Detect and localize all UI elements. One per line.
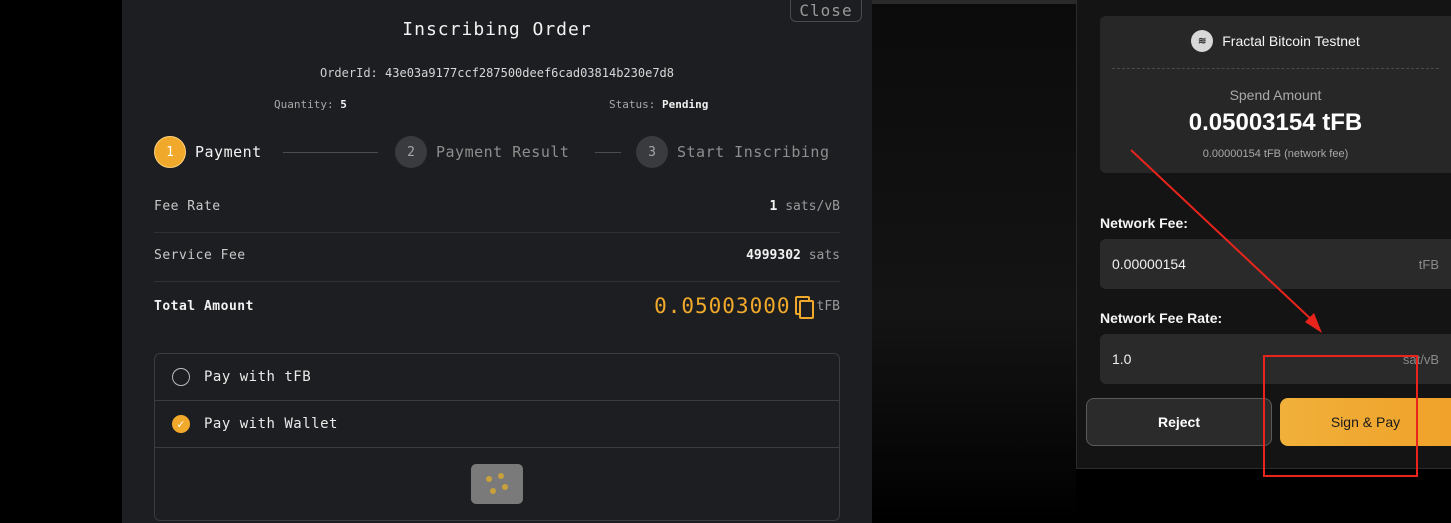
annotation-highlight-box — [1263, 355, 1418, 477]
annotation-arrow — [1130, 149, 1322, 333]
